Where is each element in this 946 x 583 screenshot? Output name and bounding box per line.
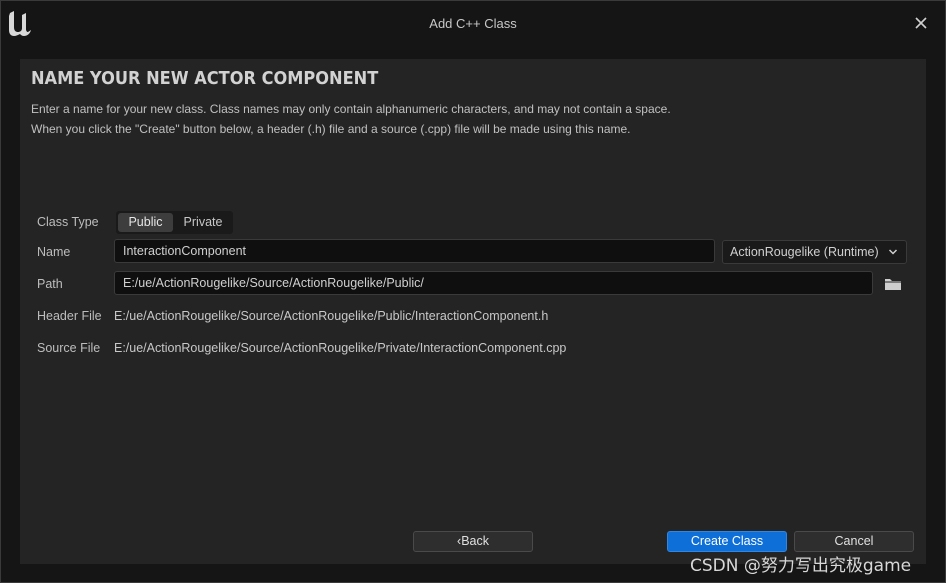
- add-class-dialog: Add C++ Class NAME YOUR NEW ACTOR COMPON…: [0, 0, 946, 583]
- header-file-value: E:/ue/ActionRougelike/Source/ActionRouge…: [114, 309, 549, 323]
- back-button-label: Back: [461, 534, 489, 548]
- close-icon[interactable]: [911, 13, 931, 33]
- class-type-toggle: Public Private: [116, 211, 233, 234]
- header-file-label: Header File: [37, 309, 102, 323]
- class-name-input[interactable]: InteractionComponent: [114, 239, 715, 263]
- page-title: NAME YOUR NEW ACTOR COMPONENT: [31, 68, 379, 89]
- source-file-label: Source File: [37, 341, 101, 355]
- module-select[interactable]: ActionRougelike (Runtime): [722, 240, 907, 264]
- path-input[interactable]: E:/ue/ActionRougelike/Source/ActionRouge…: [114, 271, 873, 295]
- path-label: Path: [37, 277, 63, 291]
- source-file-value: E:/ue/ActionRougelike/Source/ActionRouge…: [114, 341, 567, 355]
- module-select-value: ActionRougelike (Runtime): [730, 245, 879, 259]
- class-type-private[interactable]: Private: [175, 213, 231, 232]
- folder-icon[interactable]: [884, 277, 902, 291]
- description-line-1: Enter a name for your new class. Class n…: [31, 102, 671, 116]
- description-line-2: When you click the "Create" button below…: [31, 122, 631, 136]
- back-button[interactable]: ‹Back: [413, 531, 533, 552]
- class-type-public[interactable]: Public: [118, 213, 173, 232]
- window-title: Add C++ Class: [429, 16, 517, 31]
- class-type-label: Class Type: [37, 215, 99, 229]
- chevron-down-icon: [888, 249, 898, 255]
- title-bar: Add C++ Class: [1, 1, 945, 47]
- watermark: CSDN @努力写出究极game: [690, 556, 912, 576]
- create-class-button[interactable]: Create Class: [667, 531, 787, 552]
- content-panel: NAME YOUR NEW ACTOR COMPONENT Enter a na…: [20, 59, 926, 564]
- cancel-button[interactable]: Cancel: [794, 531, 914, 552]
- name-label: Name: [37, 245, 71, 259]
